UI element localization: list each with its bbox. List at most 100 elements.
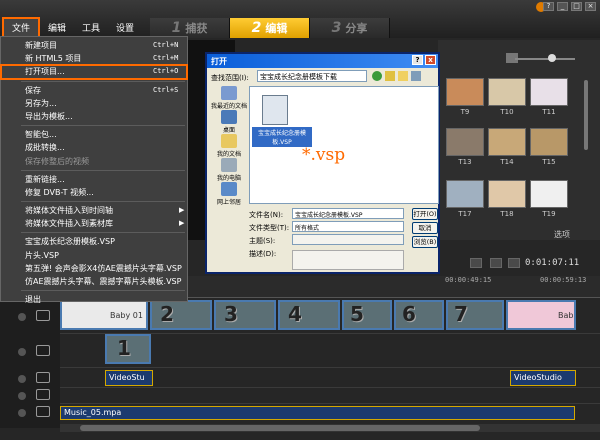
menu-new-html5-project[interactable]: 新 HTML5 项目 Ctrl+M (1, 52, 187, 65)
track-visibility-icon[interactable] (18, 348, 26, 356)
track-visibility-icon[interactable] (18, 375, 26, 383)
back-icon[interactable] (372, 71, 382, 81)
video-clip[interactable]: 6 (394, 300, 444, 330)
desktop-icon (221, 110, 237, 124)
place-documents[interactable]: 我的文档 (211, 134, 247, 158)
play-icon[interactable] (470, 258, 482, 268)
place-recent[interactable]: 我最近的文档 (211, 86, 247, 110)
library-thumb[interactable] (530, 180, 568, 208)
vsp-file-icon[interactable] (262, 95, 288, 125)
filename-input[interactable]: 宝宝成长纪念册模板.VSP (292, 208, 404, 219)
slider-knob[interactable] (548, 54, 556, 62)
help-button[interactable]: ? (412, 55, 423, 65)
view-menu-icon[interactable] (411, 71, 421, 81)
audio-icon[interactable] (490, 258, 502, 268)
scrollbar-thumb[interactable] (80, 425, 480, 431)
place-computer[interactable]: 我的电脑 (211, 158, 247, 182)
library-options-button[interactable]: 选项 (554, 229, 570, 240)
video-clip[interactable]: 3 (214, 300, 276, 330)
title-clip[interactable]: VideoStu (105, 370, 153, 386)
filetype-select[interactable]: 所有格式 (292, 221, 404, 232)
overlay-clip[interactable]: 1 (105, 334, 151, 364)
library-thumb[interactable] (446, 78, 484, 106)
library-thumb[interactable] (446, 180, 484, 208)
menu-save[interactable]: 保存 Ctrl+S (1, 84, 187, 97)
menu-exit[interactable]: 退出 (1, 293, 187, 306)
library-thumb[interactable] (446, 128, 484, 156)
menu-tools[interactable]: 工具 (74, 19, 108, 36)
new-folder-icon[interactable] (398, 71, 408, 81)
menu-fix-dvbt[interactable]: 修复 DVB-T 视频... (1, 186, 187, 199)
thumb-label: T18 (500, 210, 514, 218)
menu-recent-file[interactable]: 片头.VSP (1, 249, 187, 262)
up-folder-icon[interactable] (385, 71, 395, 81)
library-thumb[interactable] (488, 180, 526, 208)
menu-relink[interactable]: 重新链接... (1, 173, 187, 186)
open-button[interactable]: 打开(O) (412, 208, 438, 220)
menu-insert-timeline[interactable]: 将媒体文件插入到时间轴 ▶ (1, 204, 187, 217)
close-icon[interactable]: × (585, 2, 596, 11)
track-visibility-icon[interactable] (18, 313, 26, 321)
menu-recent-file[interactable]: 仿AE震撼片头字幕、震撼字幕片头模板.VSP (1, 275, 187, 288)
menu-new-project[interactable]: 新建项目 Ctrl+N (1, 39, 187, 52)
menu-batch-convert[interactable]: 成批转换... (1, 141, 187, 154)
menu-open-project[interactable]: 打开项目... Ctrl+O (0, 64, 188, 80)
menu-export-template[interactable]: 导出为模板... (1, 110, 187, 123)
thumb-label: T15 (542, 158, 556, 166)
thumb-label: T17 (458, 210, 472, 218)
menu-recent-file[interactable]: 宝宝成长纪念册模板.VSP (1, 235, 187, 248)
video-clip[interactable]: 4 (278, 300, 340, 330)
library-thumb[interactable] (530, 128, 568, 156)
place-label: 我最近的文档 (211, 103, 248, 110)
menu-item-label: 打开项目... (25, 67, 65, 77)
close-button[interactable]: x (425, 55, 436, 65)
network-icon (221, 182, 237, 196)
step-edit[interactable]: 2 编辑 (230, 18, 310, 38)
library-scrollbar[interactable] (584, 80, 588, 150)
browse-button[interactable]: 浏览(B) (412, 236, 438, 248)
menu-save-as[interactable]: 另存为... (1, 97, 187, 110)
menu-recent-file[interactable]: 第五弹! 会声会影X4仿AE震撼片头字幕.VSP (1, 262, 187, 275)
maximize-icon[interactable]: □ (571, 2, 582, 11)
menu-smart-package[interactable]: 智能包... (1, 128, 187, 141)
track-visibility-icon[interactable] (18, 392, 26, 400)
clip-number: 5 (350, 302, 364, 326)
menu-insert-library[interactable]: 将媒体文件插入到素材库 ▶ (1, 217, 187, 230)
library-thumb[interactable] (530, 78, 568, 106)
help-icon[interactable]: ? (543, 2, 554, 11)
step-label: 分享 (345, 22, 368, 35)
menu-separator (21, 290, 185, 292)
filename-label: 文件名(N): (249, 211, 284, 219)
video-clip[interactable]: 5 (342, 300, 392, 330)
thumbnail-size-slider[interactable] (515, 58, 575, 60)
track-visibility-icon[interactable] (18, 409, 26, 417)
fit-icon[interactable] (508, 258, 520, 268)
voice-track[interactable] (60, 388, 600, 404)
app-window: ? _ □ × 文件 编辑 工具 设置 1 捕获 2 编辑 3 分享 T9 T1… (0, 0, 600, 440)
menu-item-label: 将媒体文件插入到素材库 (25, 219, 113, 229)
menu-file[interactable]: 文件 (2, 16, 41, 38)
library-thumb[interactable] (488, 128, 526, 156)
video-clip[interactable]: 7 (446, 300, 504, 330)
place-label: 桌面 (222, 127, 235, 134)
window-controls: ? _ □ × (543, 2, 596, 11)
menu-edit[interactable]: 编辑 (40, 19, 74, 36)
step-capture[interactable]: 1 捕获 (150, 18, 230, 38)
look-in-select[interactable]: 宝宝成长纪念册模板下载 (257, 70, 367, 82)
timecode-display[interactable]: 0:01:07:11 (525, 258, 579, 268)
cancel-button[interactable]: 取消 (412, 222, 438, 234)
menu-item-label: 新 HTML5 项目 (25, 54, 82, 64)
file-name-label[interactable]: 宝宝成长纪念册模板.VSP (252, 127, 312, 147)
minimize-icon[interactable]: _ (557, 2, 568, 11)
music-clip[interactable]: Music_05.mpa (60, 406, 575, 420)
place-desktop[interactable]: 桌面 (211, 110, 247, 134)
video-clip[interactable]: Bab (506, 300, 576, 330)
title-clip[interactable]: VideoStudio (510, 370, 576, 386)
file-list[interactable]: 宝宝成长纪念册模板.VSP *.vsp (249, 86, 439, 204)
step-share[interactable]: 3 分享 (310, 18, 390, 38)
menu-bar: 文件 编辑 工具 设置 (2, 16, 142, 38)
place-network[interactable]: 网上邻居 (211, 182, 247, 206)
menu-settings[interactable]: 设置 (108, 19, 142, 36)
menu-separator (21, 232, 185, 234)
library-thumb[interactable] (488, 78, 526, 106)
